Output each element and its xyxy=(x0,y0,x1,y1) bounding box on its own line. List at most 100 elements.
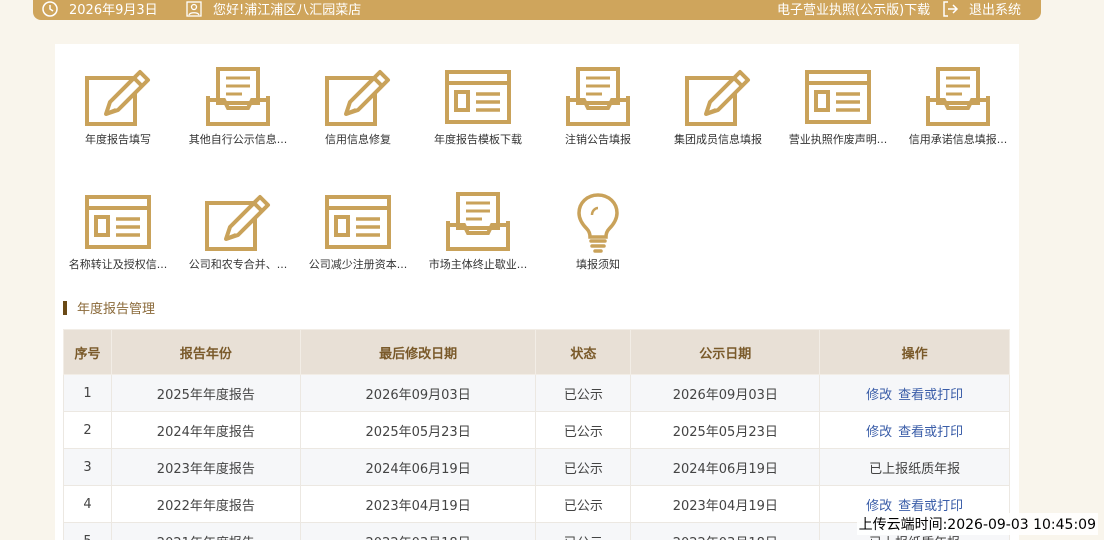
service-tile[interactable]: 填报须知 xyxy=(538,191,658,272)
user-icon xyxy=(186,0,202,17)
date-text: 2026年9月3日 xyxy=(69,3,158,18)
cell-modified: 2026年09月03日 xyxy=(299,374,537,412)
inbox-icon xyxy=(418,191,538,253)
table-row: 3 2023年年度报告 2024年06月19日 已公示 2024年06月19日 已上报纸质… xyxy=(63,448,1010,486)
table-row: 1 2025年年度报告 2026年09月03日 已公示 2026年09月03日 修改 查看或… xyxy=(63,374,1010,412)
service-tile-label: 其他自行公示信息... xyxy=(188,133,288,146)
service-tile[interactable]: 信用信息修复 xyxy=(298,66,418,147)
upload-timestamp: 上传云端时间:2026-09-03 10:45:09 xyxy=(856,513,1098,535)
cell-year: 2023年年度报告 xyxy=(110,448,301,486)
table-row: 2 2024年年度报告 2025年05月23日 已公示 2025年05月23日 修改 查看或… xyxy=(63,411,1010,449)
edit-icon xyxy=(178,191,298,253)
service-tile[interactable]: 公司减少注册资本... xyxy=(298,191,418,272)
logout-label[interactable]: 退出系统 xyxy=(969,0,1021,18)
cell-modified: 2025年05月23日 xyxy=(299,411,537,449)
inbox-icon xyxy=(538,66,658,128)
cell-published: 2026年09月03日 xyxy=(630,374,821,412)
cell-actions: 修改 查看或打印 xyxy=(819,411,1010,449)
service-tile-label: 公司减少注册资本... xyxy=(308,258,408,271)
service-tile[interactable]: 注销公告填报 xyxy=(538,66,658,147)
service-tile-label: 填报须知 xyxy=(576,258,620,271)
edit-icon xyxy=(58,66,178,128)
service-tile[interactable]: 营业执照作废声明... xyxy=(778,66,898,147)
cell-actions: 已上报纸质年报 xyxy=(819,448,1010,486)
modify-link[interactable]: 修改 xyxy=(866,425,892,440)
license-download-link[interactable]: 电子营业执照(公示版)下载 xyxy=(777,0,930,18)
cell-no: 4 xyxy=(63,485,112,523)
service-tile[interactable]: 市场主体终止歇业... xyxy=(418,191,538,272)
service-tile[interactable]: 公司和农专合并、... xyxy=(178,191,298,272)
cell-published: 2025年05月23日 xyxy=(630,411,821,449)
service-tile-label: 年度报告填写 xyxy=(85,133,151,146)
clock-icon xyxy=(42,0,58,17)
cell-actions: 修改 查看或打印 xyxy=(819,374,1010,412)
header-published: 公示日期 xyxy=(630,329,821,375)
header-actions: 操作 xyxy=(819,329,1010,375)
service-tile[interactable]: 其他自行公示信息... xyxy=(178,66,298,147)
header-no: 序号 xyxy=(63,329,112,375)
logout-icon xyxy=(943,0,959,17)
header-status: 状态 xyxy=(535,329,632,375)
date-display: 2026年9月3日 xyxy=(41,0,158,18)
modify-link[interactable]: 修改 xyxy=(866,388,892,403)
cell-published: 2023年04月19日 xyxy=(630,485,821,523)
service-tile-label: 集团成员信息填报 xyxy=(674,133,762,146)
cell-status: 已公示 xyxy=(535,522,632,540)
cell-published: 2022年03月18日 xyxy=(630,522,821,540)
header-modified: 最后修改日期 xyxy=(299,329,537,375)
section-title-text: 年度报告管理 xyxy=(77,302,156,317)
table-header-row: 序号 报告年份 最后修改日期 状态 公示日期 操作 xyxy=(63,329,1010,375)
logout-button[interactable]: 退出系统 xyxy=(941,0,1021,18)
cell-no: 2 xyxy=(63,411,112,449)
form-icon xyxy=(778,66,898,128)
service-tile-label: 营业执照作废声明... xyxy=(788,133,888,146)
service-tile-label: 市场主体终止歇业... xyxy=(428,258,528,271)
service-tile[interactable]: 集团成员信息填报 xyxy=(658,66,778,147)
cell-year: 2021年年度报告 xyxy=(110,522,301,540)
service-tile[interactable]: 名称转让及授权信... xyxy=(58,191,178,272)
view-print-link[interactable]: 查看或打印 xyxy=(898,388,963,403)
inbox-icon xyxy=(178,66,298,128)
header-year: 报告年份 xyxy=(110,329,301,375)
edit-icon xyxy=(298,66,418,128)
user-greeting: 您好!浦江浦区八汇园菜店 xyxy=(185,0,361,18)
form-icon xyxy=(58,191,178,253)
service-tile-label: 年度报告模板下载 xyxy=(434,133,522,146)
modify-link[interactable]: 修改 xyxy=(866,499,892,514)
paper-report-note: 已上报纸质年报 xyxy=(869,536,960,540)
cell-status: 已公示 xyxy=(535,411,632,449)
edit-icon xyxy=(658,66,778,128)
service-tile-label: 公司和农专合并、... xyxy=(188,258,288,271)
view-print-link[interactable]: 查看或打印 xyxy=(898,499,963,514)
paper-report-note: 已上报纸质年报 xyxy=(869,461,961,477)
cell-modified: 2024年06月19日 xyxy=(299,448,537,486)
license-download-label[interactable]: 电子营业执照(公示版)下载 xyxy=(777,0,930,18)
service-tile-label: 注销公告填报 xyxy=(565,133,631,146)
cell-year: 2025年年度报告 xyxy=(110,374,301,412)
cell-modified: 2022年03月18日 xyxy=(299,522,537,540)
cell-year: 2024年年度报告 xyxy=(110,411,301,449)
cell-status: 已公示 xyxy=(535,374,632,412)
cell-no: 3 xyxy=(63,448,112,486)
form-icon xyxy=(418,66,538,128)
service-tile[interactable]: 年度报告填写 xyxy=(58,66,178,147)
service-tile-label: 名称转让及授权信... xyxy=(68,258,168,271)
cell-no: 1 xyxy=(63,374,112,412)
bulb-icon xyxy=(538,191,658,253)
view-print-link[interactable]: 查看或打印 xyxy=(898,425,963,440)
greeting-text: 您好!浦江浦区八汇园菜店 xyxy=(213,3,362,18)
service-tile[interactable]: 年度报告模板下载 xyxy=(418,66,538,147)
cell-no: 5 xyxy=(63,522,112,540)
cell-modified: 2023年04月19日 xyxy=(299,485,537,523)
cell-published: 2024年06月19日 xyxy=(630,448,821,486)
service-tile-label: 信用信息修复 xyxy=(325,133,391,146)
section-marker xyxy=(63,300,67,315)
form-icon xyxy=(298,191,418,253)
section-heading: 年度报告管理 xyxy=(63,298,155,317)
service-tile-label: 信用承诺信息填报... xyxy=(908,133,1008,146)
annual-report-table: 序号 报告年份 最后修改日期 状态 公示日期 操作 1 2025年年度报告 2026… xyxy=(63,329,1010,540)
cell-year: 2022年年度报告 xyxy=(110,485,301,523)
service-tile[interactable]: 信用承诺信息填报... xyxy=(898,66,1018,147)
cell-status: 已公示 xyxy=(535,485,632,523)
top-bar: 2026年9月3日 您好!浦江浦区八汇园菜店 电子营业执照(公示版)下载 退出系… xyxy=(33,0,1041,20)
